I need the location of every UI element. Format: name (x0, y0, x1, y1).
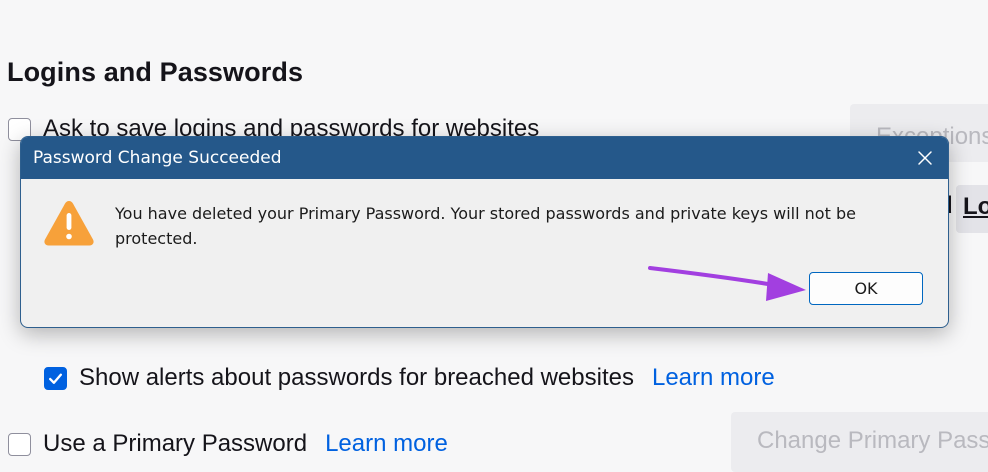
change-primary-password-button[interactable]: Change Primary Password... (731, 412, 988, 472)
change-primary-password-label: Change Primary Password... (757, 427, 988, 454)
ok-button[interactable]: OK (809, 272, 923, 305)
breach-learn-more-link[interactable]: Learn more (652, 364, 775, 392)
primary-password-row[interactable]: Use a Primary Password Learn more (8, 430, 448, 458)
annotation-arrow-icon (648, 266, 806, 301)
warning-icon (44, 201, 94, 246)
dialog-titlebar: Password Change Succeeded (21, 137, 948, 179)
partial-button-label: Lo (963, 193, 988, 220)
primary-password-label: Use a Primary Password (43, 430, 308, 457)
primary-password-checkbox[interactable] (8, 432, 31, 456)
section-heading: Logins and Passwords (7, 57, 304, 87)
breach-alerts-row[interactable]: Show alerts about passwords for breached… (44, 364, 775, 392)
checkmark-icon (49, 373, 62, 384)
dialog-message: You have deleted your Primary Password. … (115, 204, 856, 248)
primary-learn-more-link[interactable]: Learn more (325, 430, 448, 458)
breach-alerts-checkbox[interactable] (44, 366, 67, 390)
close-button[interactable] (902, 137, 948, 179)
breach-alerts-label: Show alerts about passwords for breached… (79, 364, 634, 391)
partial-button[interactable]: Lo (956, 185, 988, 233)
dialog-title: Password Change Succeeded (33, 148, 282, 168)
close-icon (918, 151, 932, 165)
